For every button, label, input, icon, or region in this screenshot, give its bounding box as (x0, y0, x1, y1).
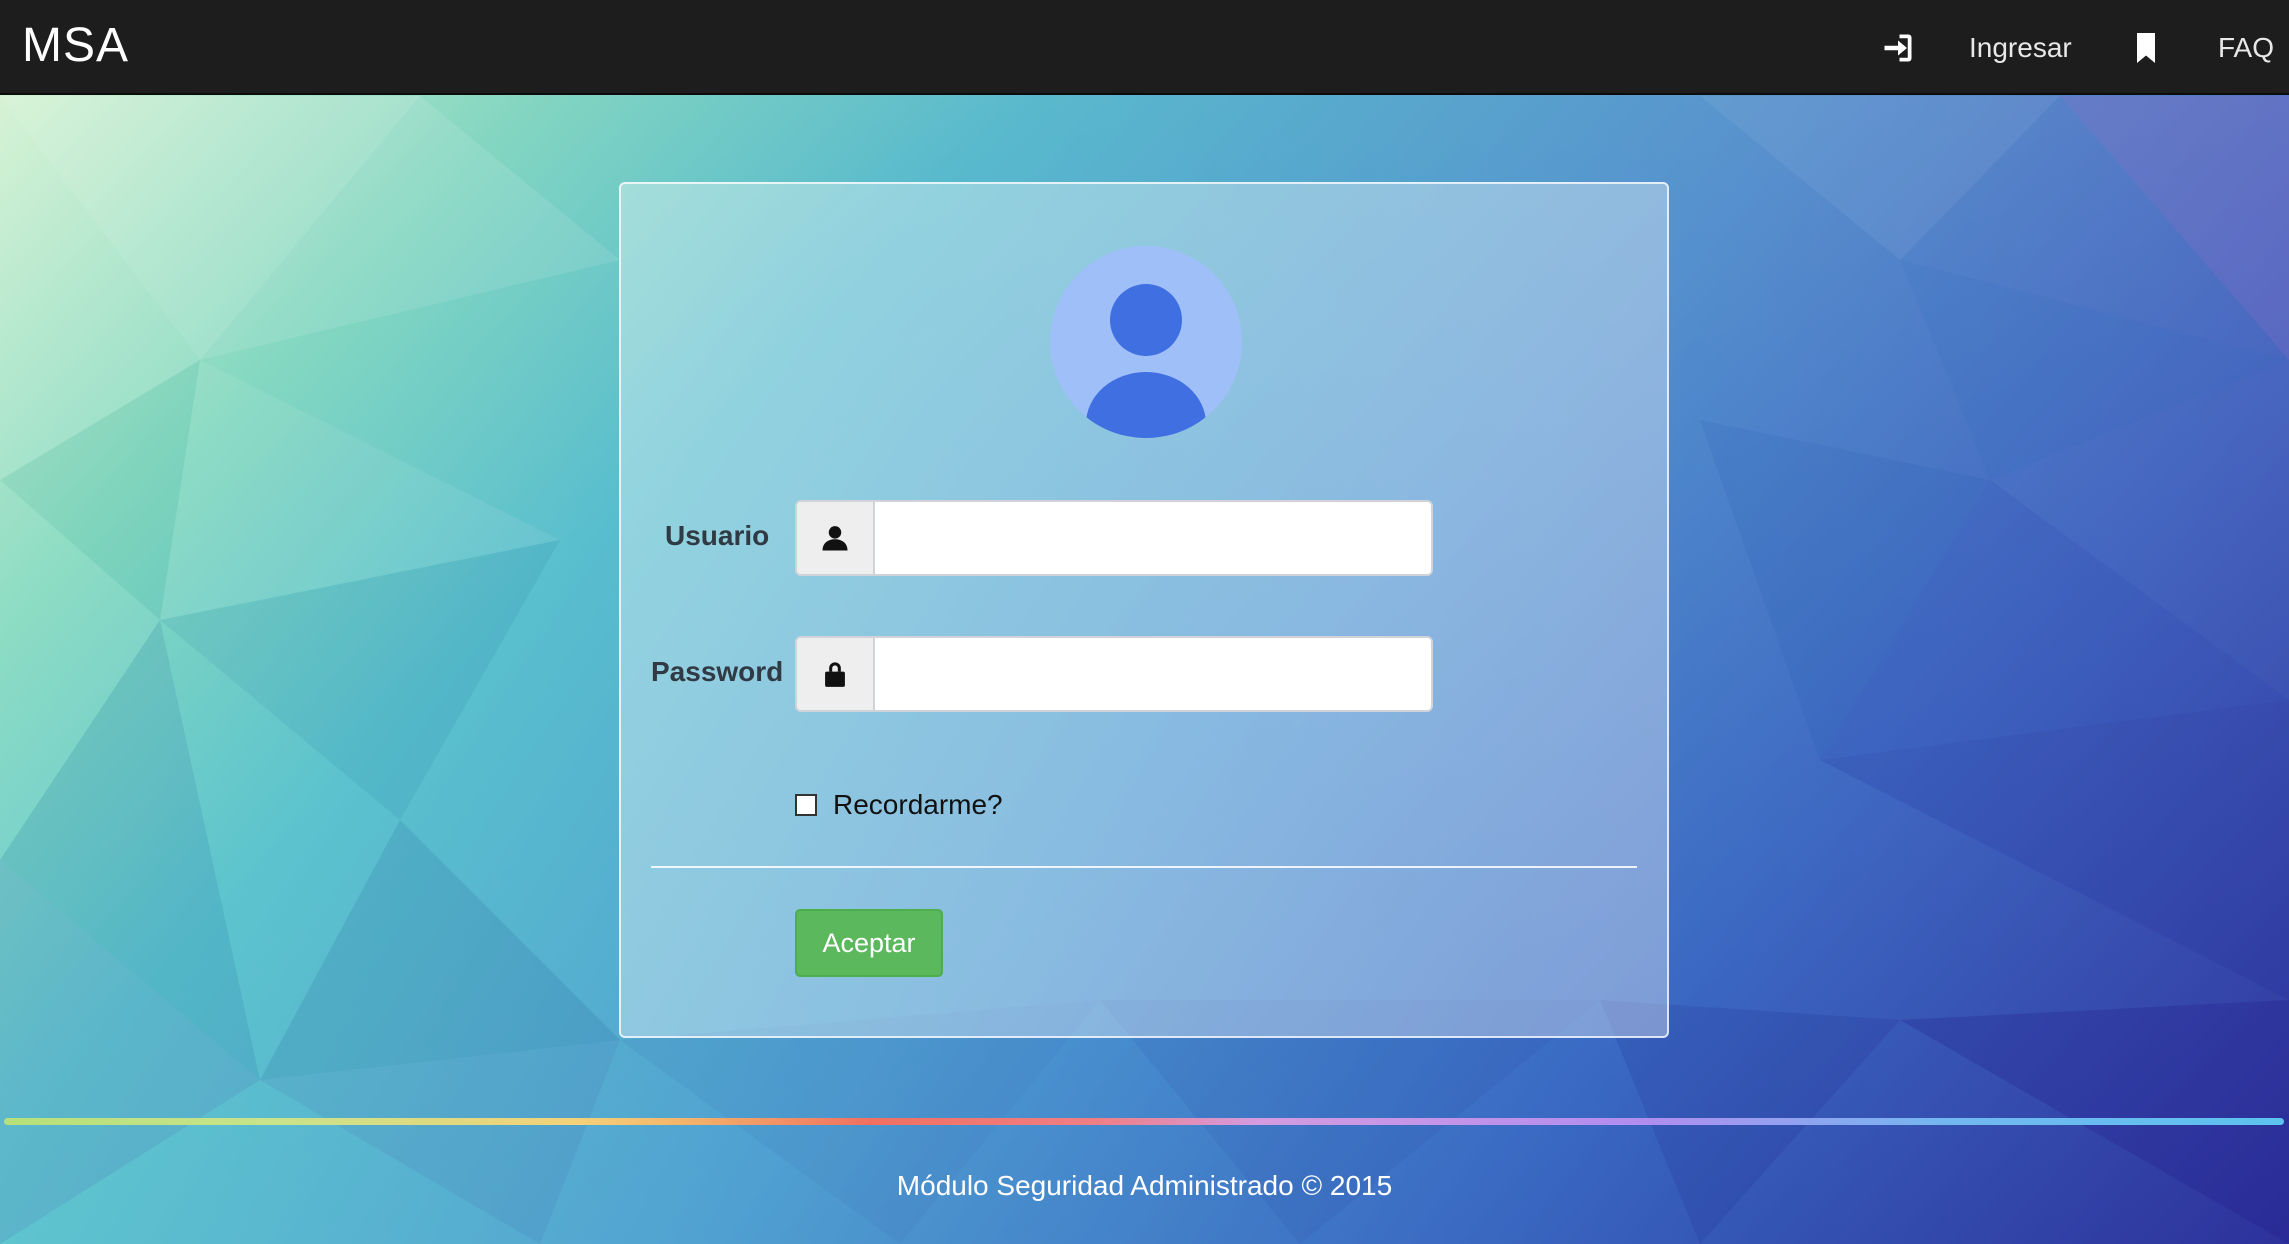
footer-text: Módulo Seguridad Administrado © 2015 (896, 1170, 1393, 1201)
password-label: Password (651, 656, 784, 687)
username-addon (797, 502, 875, 574)
bookmark-icon[interactable] (2128, 30, 2164, 66)
username-field[interactable] (875, 502, 1431, 574)
top-navbar: MSA Ingresar FAQ (0, 0, 2289, 95)
username-label: Usuario (665, 520, 770, 551)
user-icon (822, 526, 848, 551)
password-addon (797, 638, 875, 710)
remember-checkbox[interactable] (795, 794, 817, 816)
nav-link-faq[interactable]: FAQ (2218, 28, 2274, 68)
rainbow-divider (4, 1118, 2284, 1125)
lock-icon (825, 662, 845, 687)
user-avatar-icon (1050, 246, 1242, 438)
password-field[interactable] (875, 638, 1431, 710)
nav-link-ingresar[interactable]: Ingresar (1969, 28, 2072, 68)
remember-label[interactable]: Recordarme? (833, 789, 1003, 821)
sign-in-icon[interactable] (1880, 30, 1916, 66)
password-input-group (795, 636, 1433, 712)
form-divider (651, 866, 1637, 868)
remember-me: Recordarme? (795, 789, 1003, 821)
brand-logo[interactable]: MSA (22, 18, 129, 73)
login-card: Usuario Password Recordarme? Aceptar (619, 182, 1669, 1038)
accept-button[interactable]: Aceptar (795, 909, 943, 977)
username-input-group (795, 500, 1433, 576)
